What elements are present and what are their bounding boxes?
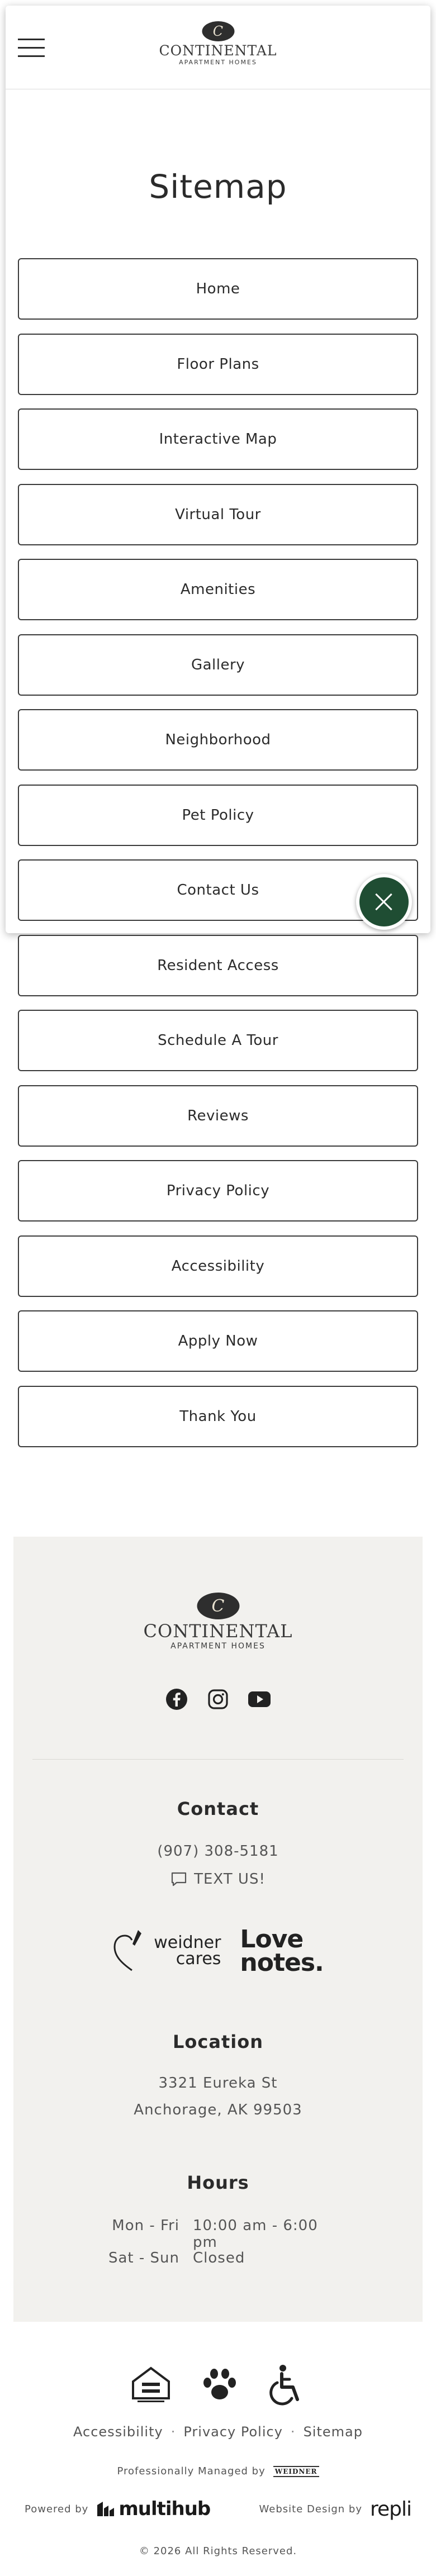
managed-by: Professionally Managed by WEIDNER <box>0 2465 436 2477</box>
page-title: Sitemap <box>149 168 287 206</box>
compliance-icons <box>0 2364 436 2406</box>
sitemap-link-gallery[interactable]: Gallery <box>18 634 418 696</box>
sitemap-link-thank-you[interactable]: Thank You <box>18 1385 418 1447</box>
sitemap-link-apply-now[interactable]: Apply Now <box>18 1310 418 1372</box>
hours-row: Mon - Fri 10:00 am - 6:00 pm <box>13 2217 423 2251</box>
managed-by-label: Professionally Managed by <box>117 2465 266 2477</box>
hours-time: 10:00 am - 6:00 pm <box>193 2217 318 2251</box>
youtube-icon[interactable] <box>248 1688 271 1711</box>
sitemap-link-schedule-a-tour[interactable]: Schedule A Tour <box>18 1010 418 1071</box>
sitemap-link-interactive-map[interactable]: Interactive Map <box>18 408 418 470</box>
logo-name: CONTINENTAL <box>159 42 277 59</box>
sitemap-link-reviews[interactable]: Reviews <box>18 1085 418 1147</box>
powered-by-label: Powered by <box>25 2503 89 2515</box>
instagram-icon[interactable] <box>206 1688 230 1711</box>
legal-links: Accessibility · Privacy Policy · Sitemap <box>0 2424 436 2440</box>
love-notes-line-1: Love <box>240 1925 304 1954</box>
multihub-name: multihub <box>119 2498 211 2520</box>
sitemap-link-floor-plans[interactable]: Floor Plans <box>18 333 418 395</box>
sitemap-link-resident-access[interactable]: Resident Access <box>18 934 418 996</box>
sitemap-link-neighborhood[interactable]: Neighborhood <box>18 709 418 771</box>
love-notes-line-2: notes. <box>240 1948 324 1977</box>
hours-row: Sat - Sun Closed <box>13 2250 423 2266</box>
love-notes-logo[interactable]: Love notes. <box>240 1925 324 1977</box>
hours-time: Closed <box>193 2250 245 2266</box>
hamburger-menu-icon[interactable] <box>18 36 46 59</box>
address-line-1: 3321 Eureka St <box>158 2075 278 2092</box>
logo-emblem-icon: C <box>201 21 234 41</box>
facebook-icon[interactable] <box>165 1688 188 1711</box>
repli-logo[interactable]: repli <box>370 2498 412 2521</box>
design-by: Website Design by repli <box>259 2498 412 2521</box>
location-title: Location <box>173 2031 263 2052</box>
sitemap-link-home[interactable]: Home <box>18 258 418 320</box>
text-us-label: TEXT US! <box>194 1871 266 1888</box>
sitemap-link-pet-policy[interactable]: Pet Policy <box>18 784 418 846</box>
weidner-cares-logo[interactable]: weidner cares <box>112 1929 221 1974</box>
address-line-2: Anchorage, AK 99503 <box>134 2102 302 2118</box>
sitemap-link[interactable]: Sitemap <box>304 2424 363 2440</box>
site-logo[interactable]: C CONTINENTAL APARTMENT HOMES <box>159 21 277 66</box>
weidner-cares-line-2: cares <box>176 1948 221 1969</box>
link-separator: · <box>170 2424 176 2440</box>
design-by-label: Website Design by <box>259 2503 362 2515</box>
weidner-logo[interactable]: WEIDNER <box>273 2465 319 2477</box>
heart-icon <box>113 1929 142 1971</box>
footer-divider <box>32 1759 404 1760</box>
sitemap-list-upper: Home Floor Plans Interactive Map Virtual… <box>18 258 418 1461</box>
accessibility-icon[interactable] <box>267 2364 306 2406</box>
hours-day: Sat - Sun <box>108 2250 179 2266</box>
footer: C CONTINENTAL APARTMENT HOMES Contact (9… <box>13 1537 423 2322</box>
logo-subtitle: APARTMENT HOMES <box>179 59 257 66</box>
multihub-logo[interactable]: multihub <box>96 2498 211 2520</box>
sitemap-link-accessibility[interactable]: Accessibility <box>18 1235 418 1297</box>
pet-friendly-icon <box>203 2369 236 2399</box>
link-separator: · <box>290 2424 296 2440</box>
equal-housing-icon <box>132 2366 170 2402</box>
close-chat-button[interactable] <box>356 874 412 930</box>
text-us-link[interactable]: TEXT US! <box>13 1871 423 1888</box>
social-links <box>13 1688 423 1711</box>
partner-brands: weidner cares Love notes. <box>13 1925 423 1977</box>
sitemap-link-amenities[interactable]: Amenities <box>18 559 418 620</box>
sitemap-link-privacy-policy[interactable]: Privacy Policy <box>18 1160 418 1222</box>
hours-day: Mon - Fri <box>112 2217 179 2234</box>
multihub-mark-icon <box>97 2502 115 2516</box>
top-bar: C CONTINENTAL APARTMENT HOMES <box>6 6 430 89</box>
close-icon <box>375 892 394 911</box>
copyright: © 2026 All Rights Reserved. <box>139 2545 297 2557</box>
footer-logo-name: CONTINENTAL <box>143 1620 293 1642</box>
powered-by: Powered by multihub <box>25 2498 211 2520</box>
hours-title: Hours <box>187 2172 249 2193</box>
footer-logo-subtitle: APARTMENT HOMES <box>170 1642 266 1651</box>
sitemap-link-virtual-tour[interactable]: Virtual Tour <box>18 483 418 545</box>
accessibility-link[interactable]: Accessibility <box>73 2424 163 2440</box>
footer-logo[interactable]: C CONTINENTAL APARTMENT HOMES <box>143 1593 292 1651</box>
footer-logo-emblem-icon: C <box>196 1593 239 1619</box>
phone-link[interactable]: (907) 308-5181 <box>13 1843 423 1860</box>
chat-bubble-icon <box>172 1872 187 1886</box>
contact-title: Contact <box>177 1798 259 1819</box>
privacy-policy-link[interactable]: Privacy Policy <box>183 2424 283 2440</box>
